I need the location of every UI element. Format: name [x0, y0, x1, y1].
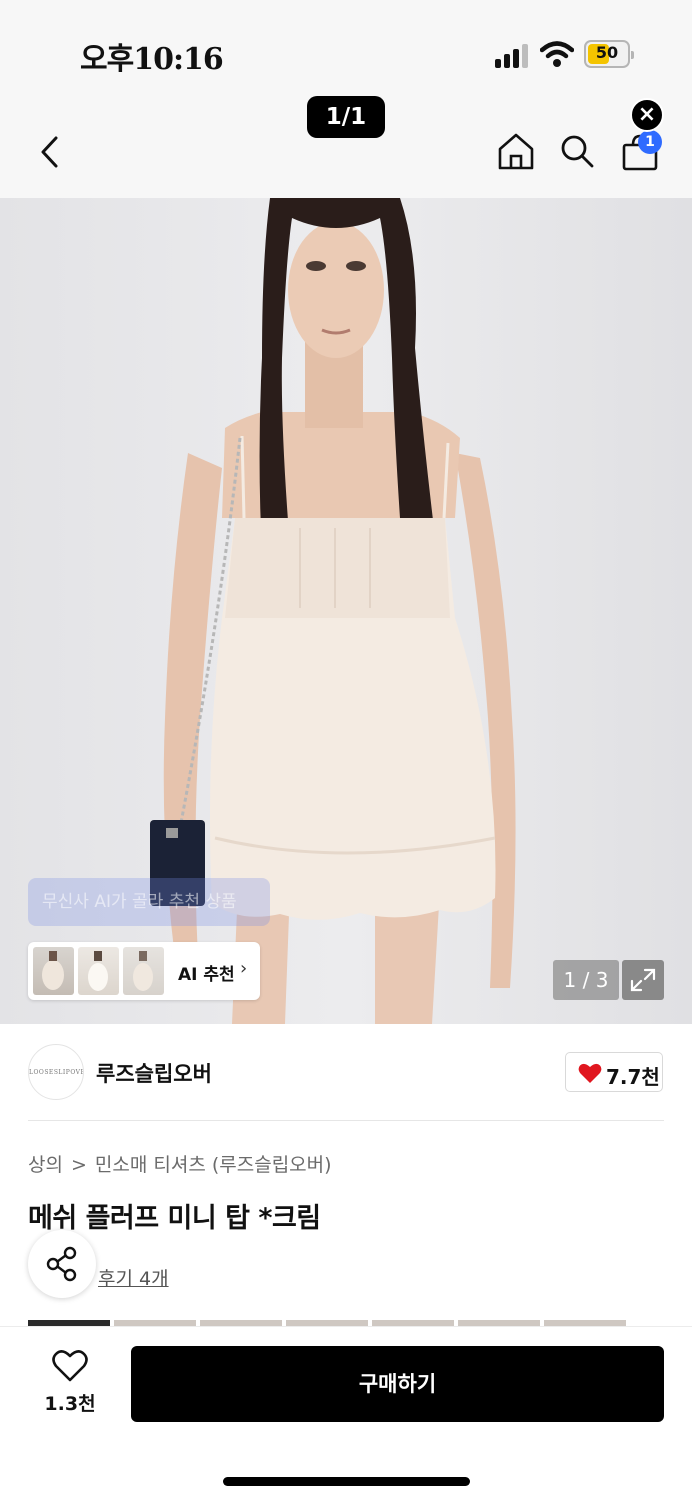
status-time: 오후10:16 — [80, 42, 224, 77]
expand-icon[interactable] — [622, 960, 664, 1000]
breadcrumb: 상의 > 민소매 티셔츠 (루즈슬립오버) — [28, 1150, 332, 1177]
ai-recommendation-banner: 무신사 AI가 골라 추천 상품 — [28, 878, 270, 926]
search-icon[interactable] — [559, 133, 595, 169]
image-counter: 1 / 3 — [553, 960, 619, 1000]
page-indicator: 1/1 — [307, 96, 385, 138]
status-bar: 오후10:16 50 — [0, 0, 692, 100]
brand-like-count: 7.7천 — [606, 1065, 660, 1089]
heart-filled-icon — [578, 1063, 602, 1083]
home-icon[interactable] — [497, 132, 535, 170]
breadcrumb-item-subcategory[interactable]: 민소매 티셔츠 (루즈슬립오버) — [95, 1154, 332, 1176]
bottom-action-bar: 1.3천 구매하기 — [0, 1326, 692, 1500]
brand-row: LOOSESLIPOVER 루즈슬립오버 7.7천 — [0, 1024, 692, 1120]
divider — [28, 1120, 664, 1121]
cellular-signal-icon — [495, 44, 531, 68]
wish-count: 1.3천 — [44, 1393, 96, 1415]
brand-name[interactable]: 루즈슬립오버 — [96, 1058, 212, 1088]
ai-recommend-label[interactable]: AI 추천 — [178, 960, 235, 985]
breadcrumb-separator: > — [70, 1154, 87, 1176]
buy-button[interactable]: 구매하기 — [131, 1346, 664, 1422]
ai-thumbnail[interactable] — [123, 947, 164, 995]
share-icon — [46, 1246, 77, 1282]
ai-thumbnail[interactable] — [78, 947, 119, 995]
battery-level: 50 — [595, 43, 619, 62]
review-link[interactable]: 후기 4개 — [98, 1264, 169, 1291]
chevron-right-icon: › — [240, 958, 248, 979]
brand-like-button[interactable]: 7.7천 — [565, 1052, 663, 1092]
cart-count-badge: 1 — [638, 130, 662, 154]
ai-recommend-card[interactable]: AI 추천 › — [28, 942, 260, 1000]
breadcrumb-item-category[interactable]: 상의 — [28, 1154, 63, 1176]
close-icon[interactable]: × — [630, 98, 664, 132]
ai-thumbnail[interactable] — [33, 947, 74, 995]
brand-logo[interactable]: LOOSESLIPOVER — [28, 1044, 84, 1100]
wifi-icon — [540, 41, 574, 67]
back-icon[interactable] — [36, 132, 64, 172]
share-button[interactable] — [28, 1230, 96, 1298]
home-indicator — [223, 1477, 470, 1486]
battery-icon: 50 — [584, 40, 634, 68]
heart-outline-icon[interactable] — [52, 1349, 88, 1383]
